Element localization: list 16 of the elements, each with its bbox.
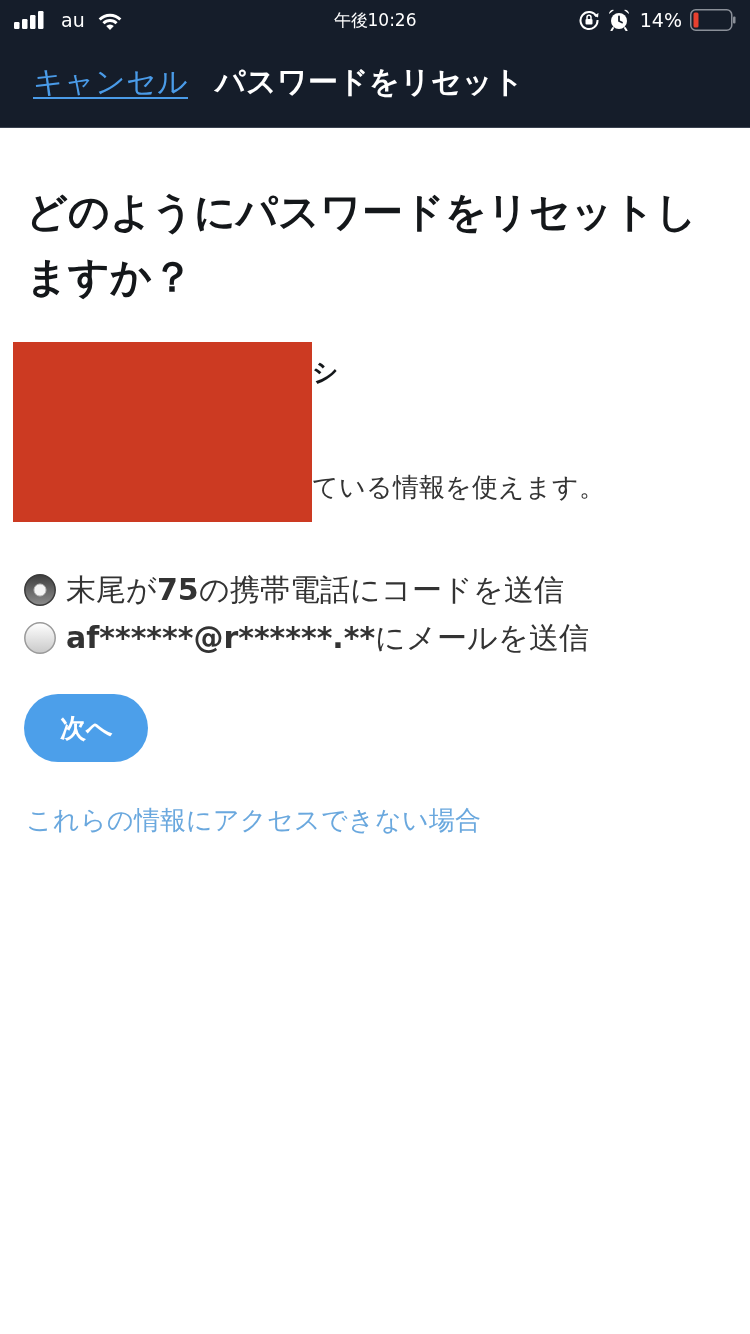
alarm-clock-icon bbox=[607, 9, 630, 31]
option-label[interactable]: 末尾が75の携帯電話にコードを送信 bbox=[66, 571, 564, 609]
battery-percentage: 14% bbox=[639, 8, 682, 32]
orientation-lock-icon bbox=[577, 9, 600, 31]
battery-icon bbox=[690, 9, 736, 31]
screen-title: パスワードをリセット bbox=[215, 62, 524, 101]
status-time: 午後10:26 bbox=[333, 9, 417, 32]
page-heading: どのようにパスワードをリセットしますか？ bbox=[26, 187, 698, 303]
option-label[interactable]: af******@r******.**にメールを送信 bbox=[66, 619, 590, 657]
radio-button-selected[interactable] bbox=[24, 574, 56, 606]
carrier-name: au bbox=[61, 8, 85, 32]
radio-button[interactable] bbox=[24, 622, 56, 654]
signal-icon bbox=[14, 11, 44, 29]
section-title: シ bbox=[312, 357, 339, 387]
cancel-link[interactable]: キャンセル bbox=[33, 61, 188, 102]
section-description: ている情報を使えます。 bbox=[312, 471, 605, 503]
